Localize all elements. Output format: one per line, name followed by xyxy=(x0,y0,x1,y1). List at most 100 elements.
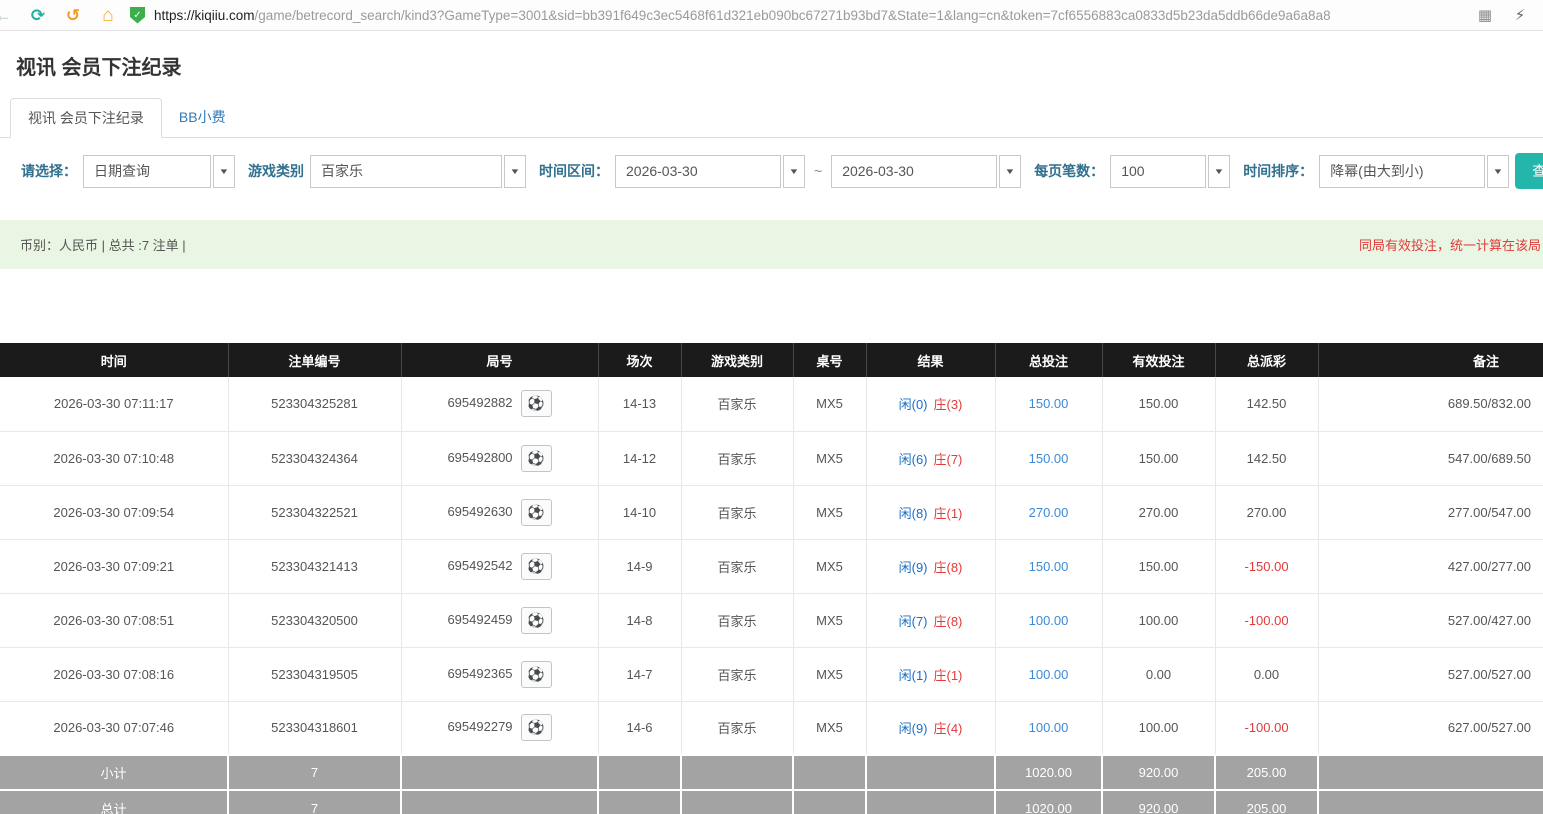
round-video-button[interactable]: ⚽ xyxy=(521,499,552,526)
column-header-total-bet: 总投注 xyxy=(995,343,1102,377)
address-bar[interactable]: https://kiqiiu.com/game/betrecord_search… xyxy=(154,8,1463,23)
date-to-input[interactable]: 2026-03-30 xyxy=(831,155,997,188)
date-to-combo: 2026-03-30 ▼ xyxy=(831,155,1021,188)
round-video-button[interactable]: ⚽ xyxy=(521,445,552,472)
game-type-combo: 百家乐 ▼ xyxy=(310,155,526,188)
cell-total-bet: 150.00 xyxy=(995,539,1102,593)
cell-valid-bet: 100.00 xyxy=(1102,593,1215,647)
lightning-icon[interactable]: ⚡ xyxy=(1507,0,1533,31)
cell-game-type: 百家乐 xyxy=(681,377,793,431)
cell-valid-bet: 150.00 xyxy=(1102,539,1215,593)
round-number: 695492365 xyxy=(447,665,512,680)
cell-round: 695492459⚽ xyxy=(401,593,598,647)
total-bet-link[interactable]: 150.00 xyxy=(1029,451,1069,466)
ball-icon: ⚽ xyxy=(527,450,544,467)
page-size-value[interactable]: 100 xyxy=(1110,155,1206,188)
apps-grid-icon[interactable]: ▦ xyxy=(1472,0,1498,31)
query-type-dropdown-button[interactable]: ▼ xyxy=(213,155,235,188)
cell-total-bet: 100.00 xyxy=(995,701,1102,755)
cell-payout: -100.00 xyxy=(1215,701,1318,755)
chevron-down-icon: ▼ xyxy=(218,167,229,176)
cell-bet-id: 523304325281 xyxy=(228,377,401,431)
page-size-label: 每页笔数： xyxy=(1034,161,1104,181)
cell-valid-bet: 0.00 xyxy=(1102,647,1215,701)
valid-bet-notice: 同局有效投注，统一计算在该局 xyxy=(1359,235,1541,254)
cell-bet-id: 523304318601 xyxy=(228,701,401,755)
table-row: 2026-03-30 07:09:54 523304322521 6954926… xyxy=(0,485,1543,539)
round-video-button[interactable]: ⚽ xyxy=(521,714,552,741)
total-bet-link[interactable]: 100.00 xyxy=(1029,720,1069,735)
game-type-dropdown-button[interactable]: ▼ xyxy=(504,155,526,188)
round-video-button[interactable]: ⚽ xyxy=(521,661,552,688)
back-icon[interactable]: ← xyxy=(0,0,16,31)
cell-table: MX5 xyxy=(793,539,866,593)
chevron-down-icon: ▼ xyxy=(1493,167,1504,176)
game-type-label: 游戏类别 xyxy=(248,161,304,181)
sort-order-combo: 降幂(由大到小) ▼ xyxy=(1319,155,1509,188)
cell-round: 695492800⚽ xyxy=(401,431,598,485)
cell-table: MX5 xyxy=(793,431,866,485)
cell-result: 闲(9)庄(8) xyxy=(866,539,995,593)
total-bet-link[interactable]: 100.00 xyxy=(1029,613,1069,628)
date-range-label: 时间区间： xyxy=(539,161,609,181)
cell-note: 689.50/832.00 xyxy=(1318,377,1543,431)
page-size-dropdown-button[interactable]: ▼ xyxy=(1208,155,1230,188)
cell-session: 14-9 xyxy=(598,539,681,593)
cell-payout: 0.00 xyxy=(1215,647,1318,701)
cell-game-type: 百家乐 xyxy=(681,701,793,755)
result-player: 闲(0) xyxy=(899,397,928,412)
cell-note: 547.00/689.50 xyxy=(1318,431,1543,485)
game-type-value[interactable]: 百家乐 xyxy=(310,155,502,188)
records-table: 时间 注单编号 局号 场次 游戏类别 桌号 结果 总投注 有效投注 总派彩 备注… xyxy=(0,343,1543,814)
tab-bet-records[interactable]: 视讯 会员下注纪录 xyxy=(10,98,162,138)
cell-time: 2026-03-30 07:11:17 xyxy=(0,377,228,431)
total-bet-link[interactable]: 100.00 xyxy=(1029,667,1069,682)
result-player: 闲(9) xyxy=(899,560,928,575)
search-button[interactable]: 查询 xyxy=(1515,153,1543,189)
browser-toolbar: ← ⟳ ↺ ⌂ ✓ https://kiqiiu.com/game/betrec… xyxy=(0,0,1543,31)
date-from-combo: 2026-03-30 ▼ xyxy=(615,155,805,188)
round-video-button[interactable]: ⚽ xyxy=(521,553,552,580)
query-type-value[interactable]: 日期查询 xyxy=(83,155,211,188)
total-bet-link[interactable]: 270.00 xyxy=(1029,505,1069,520)
url-host: https://kiqiiu.com xyxy=(154,8,255,23)
round-video-button[interactable]: ⚽ xyxy=(521,390,552,417)
tab-bb-tips[interactable]: BB小费 xyxy=(162,98,243,138)
result-player: 闲(6) xyxy=(899,452,928,467)
sort-order-dropdown-button[interactable]: ▼ xyxy=(1487,155,1509,188)
column-header-session: 场次 xyxy=(598,343,681,377)
round-number: 695492542 xyxy=(447,557,512,572)
date-to-dropdown-button[interactable]: ▼ xyxy=(999,155,1021,188)
date-from-dropdown-button[interactable]: ▼ xyxy=(783,155,805,188)
total-bet-link[interactable]: 150.00 xyxy=(1029,396,1069,411)
result-player: 闲(8) xyxy=(899,506,928,521)
total-label: 总计 xyxy=(0,790,228,814)
column-header-table: 桌号 xyxy=(793,343,866,377)
total-row: 总计 7 1020.00 920.00 205.00 xyxy=(0,790,1543,814)
date-from-input[interactable]: 2026-03-30 xyxy=(615,155,781,188)
subtotal-count: 7 xyxy=(228,755,401,790)
cell-session: 14-13 xyxy=(598,377,681,431)
refresh-icon[interactable]: ⟳ xyxy=(25,0,51,31)
round-number: 695492279 xyxy=(447,719,512,734)
ball-icon: ⚽ xyxy=(527,612,544,629)
home-icon[interactable]: ⌂ xyxy=(95,0,121,31)
cell-payout: -100.00 xyxy=(1215,593,1318,647)
column-header-time: 时间 xyxy=(0,343,228,377)
cell-note: 527.00/427.00 xyxy=(1318,593,1543,647)
total-bet-link[interactable]: 150.00 xyxy=(1029,559,1069,574)
table-header-row: 时间 注单编号 局号 场次 游戏类别 桌号 结果 总投注 有效投注 总派彩 备注 xyxy=(0,343,1543,377)
cell-session: 14-12 xyxy=(598,431,681,485)
cell-round: 695492365 ⚽ xyxy=(401,647,598,701)
table-row: 2026-03-30 07:08:51 523304320500 6954924… xyxy=(0,593,1543,647)
cell-payout: -150.00 xyxy=(1215,539,1318,593)
cell-bet-id: 523304322521 xyxy=(228,485,401,539)
column-header-bet-id: 注单编号 xyxy=(228,343,401,377)
cell-table: MX5 xyxy=(793,701,866,755)
round-video-button[interactable]: ⚽ xyxy=(521,607,552,634)
history-icon[interactable]: ↺ xyxy=(60,0,86,31)
sort-order-value[interactable]: 降幂(由大到小) xyxy=(1319,155,1485,188)
date-separator: ~ xyxy=(814,163,822,179)
ball-icon: ⚽ xyxy=(527,504,544,521)
cell-bet-id: 523304324364 xyxy=(228,431,401,485)
